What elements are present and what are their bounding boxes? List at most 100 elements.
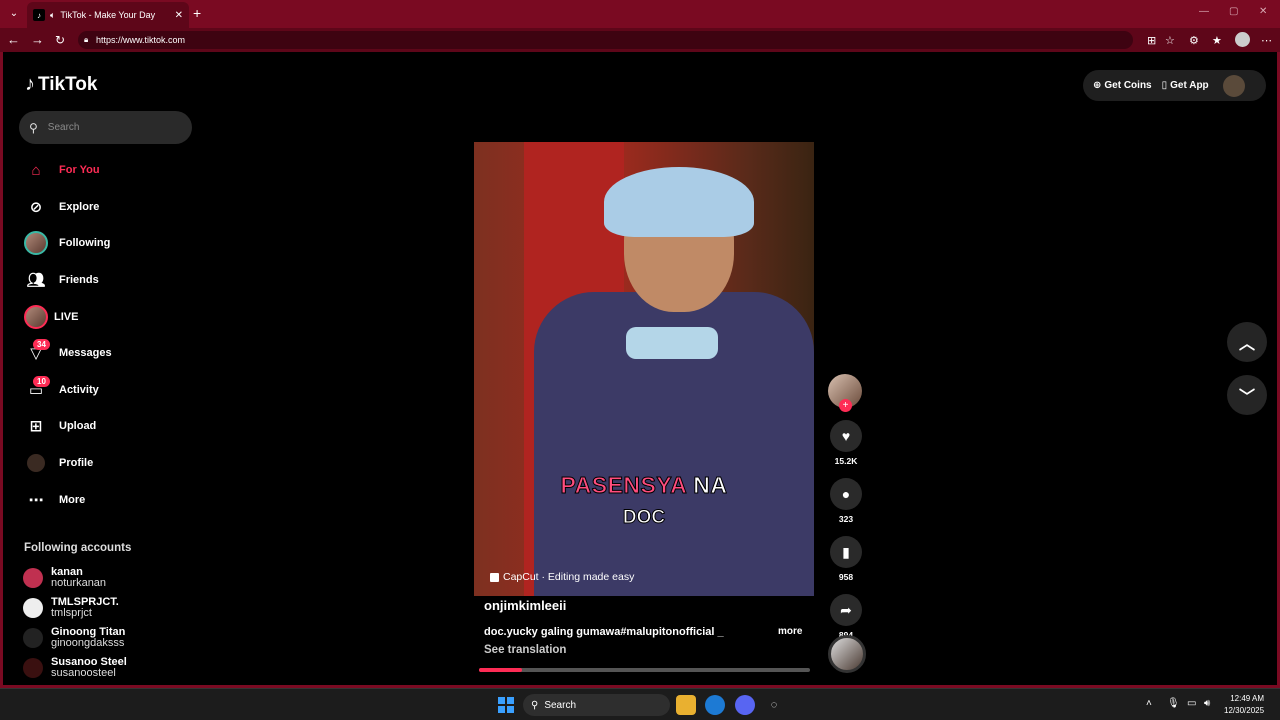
- caption-white-text: NA: [693, 472, 728, 499]
- sidebar-item-label: Upload: [59, 420, 97, 433]
- account-avatar: [23, 568, 43, 588]
- browser-tab[interactable]: ♪ 🔈︎ TikTok - Make Your Day ✕: [27, 2, 189, 28]
- account-handle: ginoongdaksss: [51, 637, 125, 649]
- sidebar-item-for-you[interactable]: ⌂ For You: [23, 152, 193, 189]
- following-account-item[interactable]: TMLSPRJCT. tmlsprjct: [23, 593, 193, 623]
- file-explorer-icon[interactable]: [676, 695, 696, 715]
- sound-avatar[interactable]: [828, 635, 866, 673]
- sidebar-item-label: For You: [59, 164, 100, 177]
- sidebar-item-profile[interactable]: Profile: [23, 445, 193, 482]
- video-actions: + ♥ 15.2K ● 323 ▮ 958 ➦ 894: [828, 374, 864, 640]
- like-action[interactable]: ♥ 15.2K: [828, 420, 864, 466]
- sidebar-item-label: Friends: [59, 274, 99, 287]
- top-right-actions: ⊕ Get Coins ▯ Get App: [1083, 70, 1266, 101]
- sidebar-item-live[interactable]: LIVE: [23, 298, 193, 335]
- video-caption-line2: DOC: [622, 507, 666, 529]
- more-link[interactable]: more: [778, 626, 802, 637]
- previous-video-button[interactable]: ︿: [1227, 322, 1267, 362]
- browser-menu-icon[interactable]: ⋯: [1261, 34, 1272, 47]
- video-progress-bar[interactable]: [479, 668, 810, 672]
- video-author[interactable]: onjimkimleeii: [484, 598, 566, 613]
- clipchamp-icon[interactable]: ◌: [764, 695, 784, 715]
- tiktok-note-icon: ♪: [25, 73, 35, 95]
- sidebar-item-following[interactable]: Following: [23, 225, 193, 262]
- start-icon[interactable]: [498, 697, 514, 713]
- following-account-item[interactable]: Susanoo Steel susanoosteel: [23, 653, 193, 683]
- extensions-icon[interactable]: ⚙: [1189, 34, 1199, 47]
- capcut-watermark[interactable]: CapCut · Editing made easy: [490, 571, 634, 583]
- sidebar-nav: ⌂ For You ⊘ Explore Following 👥︎ Friends…: [23, 152, 193, 518]
- browser-tab-bar: ⌄ ♪ 🔈︎ TikTok - Make Your Day ✕ + — ▢ ✕: [0, 0, 1280, 28]
- search-icon: ⚲: [29, 120, 38, 135]
- home-icon: ⌂: [31, 161, 41, 179]
- get-coins-button[interactable]: ⊕ Get Coins: [1093, 80, 1152, 91]
- microphone-icon[interactable]: 🎙︎: [1167, 698, 1180, 709]
- minimize-icon[interactable]: —: [1199, 6, 1209, 17]
- compass-icon: ⊘: [29, 198, 43, 216]
- edge-icon[interactable]: [705, 695, 725, 715]
- speaker-icon[interactable]: 🔈︎: [50, 10, 55, 21]
- more-icon: ⋯: [28, 491, 44, 509]
- favorite-star-icon[interactable]: ☆: [1165, 34, 1175, 47]
- creator-avatar[interactable]: +: [828, 374, 862, 412]
- discord-icon[interactable]: [735, 695, 755, 715]
- tray-chevron-up-icon[interactable]: ˄: [1146, 698, 1152, 709]
- forward-icon[interactable]: →: [31, 32, 44, 48]
- video-caption-line1: PASENSYA NA: [474, 472, 814, 499]
- save-action[interactable]: ▮ 958: [828, 536, 864, 582]
- sidebar-item-explore[interactable]: ⊘ Explore: [23, 189, 193, 226]
- comment-action[interactable]: ● 323: [828, 478, 864, 524]
- chevron-up-icon: ︿: [1238, 336, 1255, 353]
- following-account-item[interactable]: Ginoong Titan ginoongdaksss: [23, 623, 193, 653]
- system-clock[interactable]: 12:49 AM 12/30/2025: [1224, 693, 1264, 717]
- sidebar-item-label: More: [59, 493, 86, 506]
- account-avatar: [23, 658, 43, 678]
- live-avatar: [23, 304, 49, 330]
- browser-profile-avatar[interactable]: [1235, 32, 1250, 47]
- windows-taskbar: ⚲ Search ◌ ˄ 🎙︎ ▭ 🔊︎ 12:49 AM 12/30/2025: [0, 688, 1280, 720]
- maximize-icon[interactable]: ▢: [1229, 6, 1238, 17]
- sidebar-item-more[interactable]: ⋯ More: [23, 481, 193, 518]
- share-action[interactable]: ➦ 894: [828, 594, 864, 640]
- tiktok-logo[interactable]: ♪ TikTok: [25, 73, 97, 96]
- sidebar-item-messages[interactable]: ▽ 34 Messages: [23, 335, 193, 372]
- follow-plus-icon[interactable]: +: [839, 399, 852, 412]
- following-account-item[interactable]: kanan noturkanan: [23, 563, 193, 593]
- new-tab-icon[interactable]: +: [193, 5, 201, 21]
- tab-menu-chevron-icon[interactable]: ⌄: [6, 6, 22, 22]
- video-surgical-cap: [604, 167, 754, 237]
- account-handle: tmlsprjct: [51, 607, 92, 619]
- comment-count: 323: [838, 514, 854, 524]
- save-count: 958: [838, 572, 854, 582]
- logo-text: TikTok: [38, 73, 98, 95]
- favorites-icon[interactable]: ★: [1212, 34, 1222, 47]
- url-field[interactable]: 🔒︎ https://www.tiktok.com: [78, 31, 1133, 49]
- network-icon[interactable]: ▭: [1187, 698, 1196, 709]
- messages-badge: 34: [33, 338, 50, 350]
- search-input[interactable]: ⚲ Search: [19, 111, 192, 144]
- see-translation-link[interactable]: See translation: [484, 644, 566, 656]
- window-close-icon[interactable]: ✕: [1259, 6, 1267, 17]
- refresh-icon[interactable]: ↻: [55, 32, 65, 48]
- app-install-icon[interactable]: ⊞: [1147, 34, 1156, 47]
- sidebar-item-activity[interactable]: ▭ 10 Activity: [23, 372, 193, 409]
- sidebar-item-label: Following: [59, 237, 111, 250]
- tab-title: TikTok - Make Your Day: [60, 10, 156, 20]
- sidebar-item-label: Messages: [59, 347, 112, 360]
- taskbar-search[interactable]: ⚲ Search: [523, 694, 670, 716]
- close-tab-icon[interactable]: ✕: [175, 10, 183, 21]
- volume-icon[interactable]: 🔊︎: [1204, 698, 1210, 709]
- back-icon[interactable]: ←: [7, 32, 20, 48]
- clock-date: 12/30/2025: [1224, 706, 1265, 715]
- user-avatar[interactable]: [1222, 74, 1245, 97]
- coin-icon: ⊕: [1093, 80, 1102, 91]
- video-description: doc.yucky galing gumawa#malupitonofficia…: [484, 626, 724, 638]
- next-video-button[interactable]: ﹀: [1227, 375, 1267, 415]
- caption-pink-text: PASENSYA: [560, 472, 687, 499]
- upload-icon: ⊞: [29, 418, 43, 436]
- get-app-button[interactable]: ▯ Get App: [1162, 80, 1209, 91]
- video-player[interactable]: PASENSYA NA DOC CapCut · Editing made ea…: [474, 142, 814, 596]
- sidebar-item-upload[interactable]: ⊞ Upload: [23, 408, 193, 445]
- taskbar-search-label: Search: [544, 699, 577, 711]
- sidebar-item-friends[interactable]: 👥︎ Friends: [23, 262, 193, 299]
